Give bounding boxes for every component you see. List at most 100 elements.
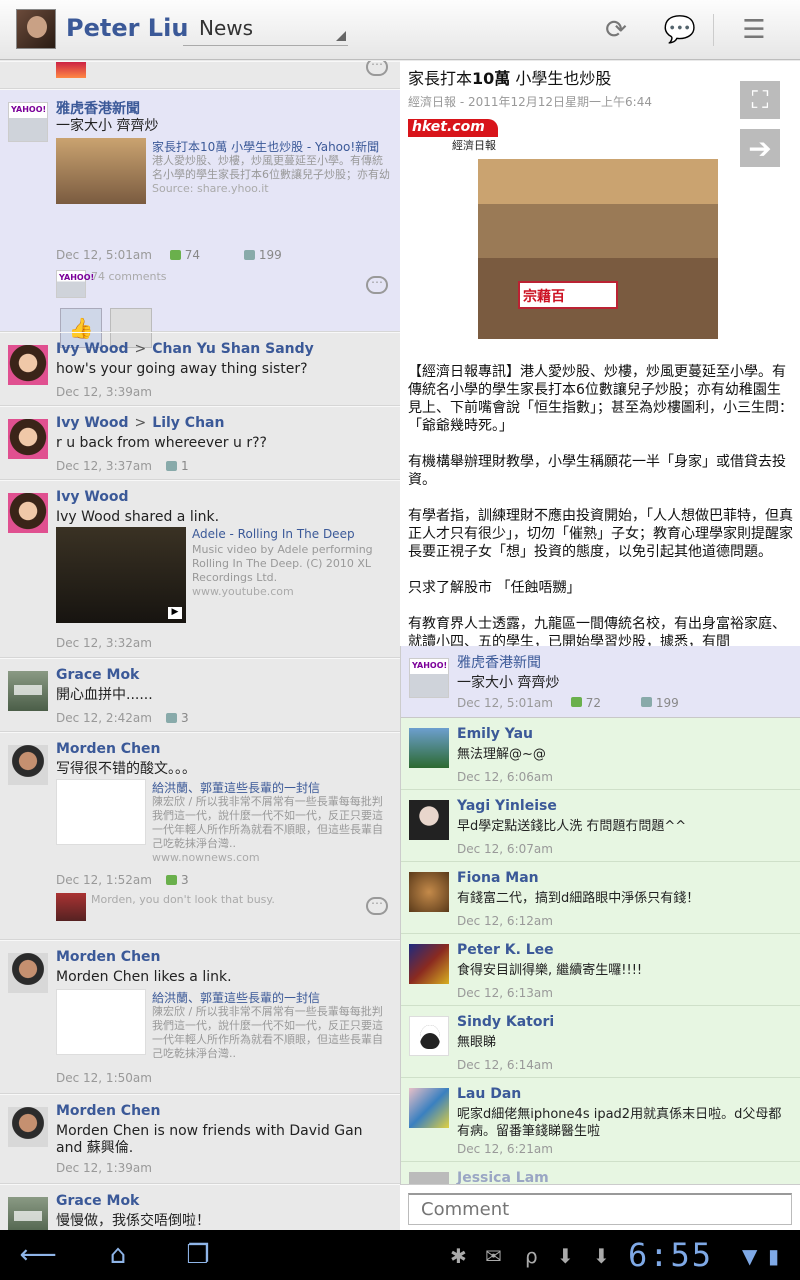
feed-item[interactable]: Ivy Wood > Lily Chan r u back from whereev…: [0, 406, 400, 480]
play-icon: ▶: [168, 607, 182, 619]
feed-item-partial[interactable]: [0, 61, 400, 89]
feed-item[interactable]: Morden Chen 写得很不错的酸文。。。 給洪蘭、郭董這些長輩的一封信 陳…: [0, 732, 400, 940]
post-time: Dec 12, 3:37am: [56, 459, 152, 473]
poster-avatar[interactable]: [8, 493, 48, 533]
commenter-name[interactable]: Fiona Man: [457, 870, 539, 886]
refresh-icon[interactable]: ⟳: [598, 12, 634, 48]
like-count-icon: [165, 713, 177, 723]
comment-text: 有錢富二代，搞到d細路眼中淨係只有錢！: [457, 891, 700, 906]
poster-name-text[interactable]: Ivy Wood: [56, 341, 129, 357]
video-thumbnail[interactable]: ▶: [56, 527, 186, 623]
poster-name[interactable]: 雅虎香港新聞: [56, 98, 140, 118]
post-text: 一家大小 齊齊炒: [457, 675, 560, 691]
article-title-post: 小學生也炒股: [510, 69, 612, 88]
article-paragraph: 【經濟日報專訊】港人愛炒股、炒樓，炒風更蔓延至小學。有傳統名小學的學生家長打本6…: [408, 364, 793, 434]
comment-bubble-icon[interactable]: [366, 61, 388, 76]
poster-name[interactable]: Morden Chen: [56, 949, 161, 965]
poster-name-text[interactable]: Ivy Wood: [56, 415, 129, 431]
poster-avatar[interactable]: [8, 745, 48, 785]
poster-avatar[interactable]: [8, 1107, 48, 1147]
poster-name[interactable]: Grace Mok: [56, 1193, 139, 1209]
battery-icon: ▮: [768, 1244, 780, 1268]
gmail-icon: ✉: [485, 1244, 502, 1268]
commenter-avatar[interactable]: [409, 1088, 449, 1128]
article-view[interactable]: 家長打本10萬 小學生也炒股 經濟日報 - 2011年12月12日星期一上午6:…: [400, 61, 800, 646]
commenter-avatar[interactable]: [409, 728, 449, 768]
link-title[interactable]: 給洪蘭、郭董這些長輩的一封信: [152, 779, 392, 796]
poster-avatar[interactable]: [8, 953, 48, 993]
comment-item: Lau Dan 呢家d細佬無iphone4s ipad2用就真係末日啦。d父母都…: [401, 1078, 800, 1162]
commenter-name[interactable]: Lau Dan: [457, 1086, 521, 1102]
article-photo[interactable]: 宗藉百: [478, 159, 718, 339]
feed-item[interactable]: 雅虎香港新聞 一家大小 齊齊炒 家長打本10萬 小學生也炒股 - Yahoo!新…: [0, 89, 400, 348]
link-title[interactable]: 給洪蘭、郭董這些長輩的一封信: [152, 989, 392, 1006]
poster-avatar[interactable]: [8, 345, 48, 385]
profile-avatar[interactable]: [16, 9, 56, 49]
link-preview[interactable]: 家長打本10萬 小學生也炒股 - Yahoo!新聞 港人愛炒股、炒樓，炒風更蔓延…: [56, 138, 392, 208]
article-source: 經濟日報 - 2011年12月12日星期一上午6:44: [408, 95, 652, 109]
poster-avatar[interactable]: [8, 1197, 48, 1231]
poster-name[interactable]: Ivy Wood: [56, 489, 129, 505]
poster-avatar[interactable]: [409, 658, 449, 698]
poster-name[interactable]: Ivy Wood > Lily Chan: [56, 415, 224, 431]
link-preview[interactable]: ▶ Adele - Rolling In The Deep Music vide…: [56, 527, 392, 627]
dropdown-arrow-icon: [336, 31, 346, 41]
section-dropdown[interactable]: News: [183, 12, 348, 46]
commenter-name[interactable]: Emily Yau: [457, 726, 533, 742]
comment-count: 3: [180, 873, 189, 887]
poster-name[interactable]: 雅虎香港新聞: [457, 652, 541, 672]
comment-bubble-icon[interactable]: [366, 893, 388, 915]
comment-preview[interactable]: Morden, you don't look that busy.: [91, 893, 275, 906]
recipient-name[interactable]: Chan Yu Shan Sandy: [152, 341, 313, 357]
post-text: 一家大小 齊齊炒: [56, 118, 159, 134]
article-paragraph: 有機構舉辦理財教學，小學生稱願花一半「身家」或借貸去投資。: [408, 454, 786, 488]
commenter-avatar[interactable]: [409, 944, 449, 984]
commenter-avatar[interactable]: [409, 1016, 449, 1056]
commenter-name[interactable]: Yagi Yinleise: [457, 798, 557, 814]
recent-apps-icon[interactable]: ❐: [174, 1240, 222, 1270]
profile-name[interactable]: Peter Liu: [66, 14, 188, 42]
poster-avatar[interactable]: [8, 671, 48, 711]
feed-item[interactable]: Morden Chen Morden Chen is now friends w…: [0, 1094, 400, 1184]
commenter-name[interactable]: Jessica Lam: [457, 1170, 549, 1184]
comment-count: 74: [184, 248, 201, 262]
comments-panel[interactable]: 雅虎香港新聞 一家大小 齊齊炒 Dec 12, 5:01am 72 199 Em…: [400, 646, 800, 1184]
link-title[interactable]: 家長打本10萬 小學生也炒股 - Yahoo!新聞: [152, 138, 392, 155]
next-arrow-icon[interactable]: ➔: [740, 129, 780, 167]
comment-input[interactable]: [408, 1193, 792, 1225]
chat-icon[interactable]: 💬: [662, 12, 698, 48]
home-icon[interactable]: ⌂: [94, 1240, 142, 1270]
menu-icon[interactable]: ☰: [736, 12, 772, 48]
recipient-name[interactable]: Lily Chan: [152, 415, 224, 431]
poster-avatar[interactable]: [8, 102, 48, 142]
commenter-avatar[interactable]: [409, 872, 449, 912]
back-icon[interactable]: ⟵: [14, 1240, 62, 1270]
poster-name[interactable]: Grace Mok: [56, 667, 139, 683]
feed-item[interactable]: Grace Mok 慢慢做，我係交唔倒啦！: [0, 1184, 400, 1231]
fullscreen-icon[interactable]: ⛶: [740, 81, 780, 119]
poster-name[interactable]: Morden Chen: [56, 741, 161, 757]
news-feed[interactable]: 雅虎香港新聞 一家大小 齊齊炒 家長打本10萬 小學生也炒股 - Yahoo!新…: [0, 61, 400, 1231]
commenter-name[interactable]: Peter K. Lee: [457, 942, 554, 958]
feed-item[interactable]: Ivy Wood Ivy Wood shared a link. ▶ Adele…: [0, 480, 400, 658]
commenter-avatar[interactable]: [409, 1172, 449, 1184]
clock: 6:55: [628, 1236, 714, 1274]
poster-name[interactable]: Morden Chen: [56, 1103, 161, 1119]
comment-time: Dec 12, 6:13am: [457, 986, 553, 1000]
feed-item[interactable]: Ivy Wood > Chan Yu Shan Sandy how's your g…: [0, 332, 400, 406]
comment-time: Dec 12, 6:21am: [457, 1142, 553, 1156]
comment-preview[interactable]: 74 comments: [91, 270, 167, 283]
poster-name[interactable]: Ivy Wood > Chan Yu Shan Sandy: [56, 341, 314, 357]
commenter-name[interactable]: Sindy Katori: [457, 1014, 554, 1030]
link-preview[interactable]: 給洪蘭、郭董這些長輩的一封信 陳宏欣 / 所以我非常不屑常有一些長輩每每批判我們…: [56, 779, 392, 869]
poster-avatar[interactable]: [8, 419, 48, 459]
feed-item[interactable]: Morden Chen Morden Chen likes a link. 給洪…: [0, 940, 400, 1094]
link-title[interactable]: Adele - Rolling In The Deep: [192, 527, 392, 541]
article-body: 【經濟日報專訊】港人愛炒股、炒樓，炒風更蔓延至小學。有傳統名小學的學生家長打本6…: [408, 363, 794, 646]
link-preview[interactable]: 給洪蘭、郭董這些長輩的一封信 陳宏欣 / 所以我非常不屑常有一些長輩每每批判我們…: [56, 989, 392, 1069]
link-desc-text: 陳宏欣 / 所以我非常不屑常有一些長輩每每批判我們這一代，說什麼一代不如一代，反…: [152, 1005, 383, 1060]
comment-bubble-icon[interactable]: [366, 272, 388, 294]
feed-item[interactable]: Grace Mok 開心血拼中...... Dec 12, 2:42am 3: [0, 658, 400, 732]
commenter-avatar[interactable]: [409, 800, 449, 840]
shared-post-header[interactable]: 雅虎香港新聞 一家大小 齊齊炒 Dec 12, 5:01am 72 199: [401, 646, 800, 718]
